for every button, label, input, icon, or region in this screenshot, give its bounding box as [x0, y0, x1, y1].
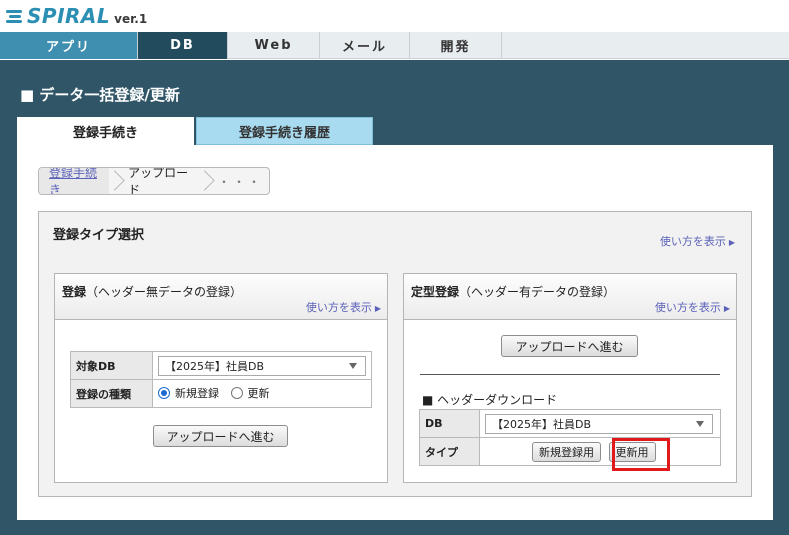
help-link-label: 使い方を表示: [305, 301, 372, 314]
template-registration-help-link[interactable]: 使い方を表示 ▶: [655, 299, 730, 315]
radio-selected-icon: [158, 387, 170, 399]
chevron-right-icon: [109, 168, 118, 194]
help-link-label: 使い方を表示: [654, 301, 721, 314]
dropdown-arrow-icon: [696, 420, 704, 427]
version-label: ver.1: [114, 12, 148, 26]
template-registration-title-note: （ヘッダー有データの登録）: [459, 285, 616, 299]
triangle-right-icon: ▶: [723, 304, 730, 313]
spiral-logo[interactable]: SPIRAL ver.1: [6, 4, 148, 28]
download-new-header-button[interactable]: 新規登録用: [532, 441, 601, 462]
header-download-form: DB 【2025年】社員DB タイプ 新規登録用 更新用: [419, 409, 721, 466]
nav-tab-app[interactable]: アプリ: [0, 32, 138, 59]
nav-tab-db[interactable]: DB: [138, 32, 228, 59]
breadcrumb-step-procedure[interactable]: 登録手続き: [39, 168, 110, 194]
standard-registration-box: 登録（ヘッダー無データの登録） 使い方を表示 ▶ 対象DB 【2025年】社員DB: [54, 273, 388, 483]
triangle-right-icon: ▶: [728, 238, 735, 247]
nav-tab-mail[interactable]: メール: [320, 32, 410, 59]
radio-update-label: 更新: [247, 387, 270, 400]
page-title: ■ データ一括登録/更新: [20, 86, 180, 104]
db-cell: 【2025年】社員DB: [479, 409, 721, 438]
template-registration-title-main: 定型登録: [411, 285, 460, 299]
standard-registration-help-link[interactable]: 使い方を表示 ▶: [306, 299, 381, 315]
template-registration-title: 定型登録（ヘッダー有データの登録）: [411, 283, 615, 300]
registration-kind-cell: 新規登録 更新: [152, 379, 372, 408]
registration-type-title: 登録タイプ選択: [53, 228, 145, 243]
highlight-box: [612, 438, 670, 471]
triangle-right-icon: ▶: [374, 304, 381, 313]
main-area: ■ データ一括登録/更新 登録手続き 登録手続き履歴 登録手続き アップロード …: [0, 60, 789, 535]
upload-button-standard[interactable]: アップロードへ進む: [153, 425, 288, 447]
main-nav: アプリ DB Web メール 開発: [0, 32, 789, 59]
target-db-select[interactable]: 【2025年】社員DB: [158, 355, 366, 376]
nav-tab-web[interactable]: Web: [228, 32, 320, 59]
breadcrumb: 登録手続き アップロード ・・・: [38, 167, 270, 195]
content-panel: 登録手続き アップロード ・・・ 登録タイプ選択 使い方を表示 ▶ 登録（ヘッダー…: [17, 145, 773, 520]
type-cell: 新規登録用 更新用: [479, 437, 721, 466]
divider: [420, 374, 720, 375]
standard-registration-title: 登録（ヘッダー無データの登録）: [62, 283, 242, 300]
radio-update[interactable]: 更新: [230, 385, 270, 401]
breadcrumb-step-upload: アップロード: [128, 167, 189, 195]
standard-registration-form: 対象DB 【2025年】社員DB 登録の種類 新規登録 更新: [70, 351, 372, 408]
template-registration-box: 定型登録（ヘッダー有データの登録） 使い方を表示 ▶ アップロードへ進む ■ ヘッ…: [403, 273, 737, 483]
standard-registration-title-main: 登録: [62, 285, 87, 299]
header-db-value: 【2025年】社員DB: [492, 417, 592, 431]
chevron-right-icon: [199, 168, 208, 194]
breadcrumb-step-more: ・・・: [218, 174, 264, 189]
db-label: DB: [419, 409, 480, 438]
dropdown-arrow-icon: [349, 362, 357, 369]
radio-new-registration-label: 新規登録: [175, 387, 219, 400]
help-link[interactable]: 使い方を表示 ▶: [660, 233, 735, 249]
nav-tab-dev[interactable]: 開発: [410, 32, 502, 59]
standard-registration-title-note: （ヘッダー無データの登録）: [86, 285, 243, 299]
target-db-value: 【2025年】社員DB: [165, 359, 265, 373]
tab-registration-procedure[interactable]: 登録手続き: [17, 117, 194, 145]
type-label: タイプ: [419, 437, 480, 466]
radio-unselected-icon: [230, 387, 243, 399]
standard-registration-header: 登録（ヘッダー無データの登録） 使い方を表示 ▶: [55, 274, 387, 320]
logo-text: SPIRAL: [27, 4, 111, 28]
radio-new-registration[interactable]: 新規登録: [158, 385, 219, 401]
registration-kind-label: 登録の種類: [70, 379, 153, 408]
header-db-select[interactable]: 【2025年】社員DB: [485, 413, 713, 434]
top-bar: SPIRAL ver.1: [0, 0, 789, 32]
target-db-label: 対象DB: [70, 351, 153, 380]
header-download-title: ■ ヘッダーダウンロード: [422, 393, 558, 407]
upload-button-template[interactable]: アップロードへ進む: [501, 335, 638, 357]
template-registration-header: 定型登録（ヘッダー有データの登録） 使い方を表示 ▶: [404, 274, 736, 320]
tab-registration-history[interactable]: 登録手続き履歴: [196, 117, 373, 145]
spiral-logo-icon: [6, 8, 24, 24]
help-link-label: 使い方を表示: [659, 235, 726, 248]
registration-type-box: 登録タイプ選択 使い方を表示 ▶ 登録（ヘッダー無データの登録） 使い方を表示 ▶ …: [38, 211, 752, 497]
target-db-cell: 【2025年】社員DB: [152, 351, 372, 380]
